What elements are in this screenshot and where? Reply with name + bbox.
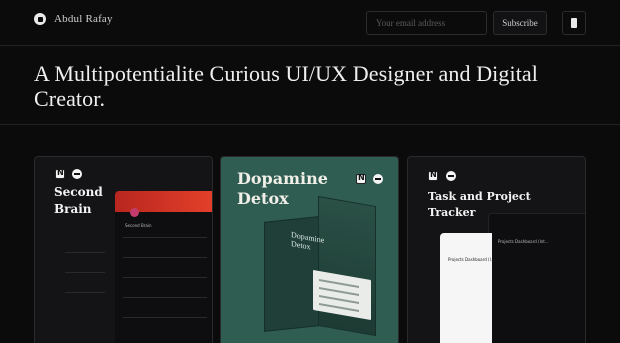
product-card-task-tracker[interactable]: Task and Project Tracker Projects Dashbo…: [407, 156, 586, 343]
site-header: Abdul Rafay Subscribe: [0, 0, 620, 46]
preview-divider: [123, 257, 207, 258]
product-card-second-brain[interactable]: Second Brain Second Brain: [34, 156, 213, 343]
preview-divider: [123, 277, 207, 278]
preview-banner: [115, 191, 212, 212]
notion-icon: [356, 173, 366, 184]
face-icon: [446, 171, 456, 181]
preview-divider: [123, 317, 207, 318]
face-icon: [72, 169, 82, 179]
hero-section: A Multipotentialite Curious UI/UX Design…: [0, 46, 620, 125]
brand-name: Abdul Rafay: [54, 13, 113, 25]
notion-icon: [55, 168, 65, 179]
preview-heading: Second Brain: [125, 223, 152, 228]
face-icon: [373, 174, 383, 184]
menu-icon: [571, 18, 577, 28]
notion-icon: [428, 170, 438, 181]
preview-heading-light: Projects Dashboard (I...: [448, 257, 495, 262]
preview-divider: [65, 292, 105, 293]
preview-panel: [488, 213, 585, 343]
preview-panel-light: [440, 233, 492, 343]
email-input[interactable]: [366, 11, 487, 35]
preview-divider: [123, 297, 207, 298]
card-title-line: Dopamine: [237, 169, 328, 188]
preview-heading: Projects Dashboard (Int...: [498, 239, 549, 244]
brand[interactable]: Abdul Rafay: [34, 13, 113, 25]
menu-button[interactable]: [562, 11, 586, 35]
preview-divider: [65, 272, 105, 273]
preview-divider: [65, 252, 105, 253]
preview-avatar-icon: [130, 208, 139, 217]
card-title-line: Task and Project: [428, 190, 531, 203]
subscribe-button[interactable]: Subscribe: [493, 11, 547, 35]
product-card-dopamine-detox[interactable]: Dopamine Detox Dopamine Detox: [220, 156, 399, 343]
logo-icon: [34, 13, 46, 25]
preview-divider: [123, 237, 207, 238]
hero-headline: A Multipotentialite Curious UI/UX Design…: [34, 61, 538, 111]
